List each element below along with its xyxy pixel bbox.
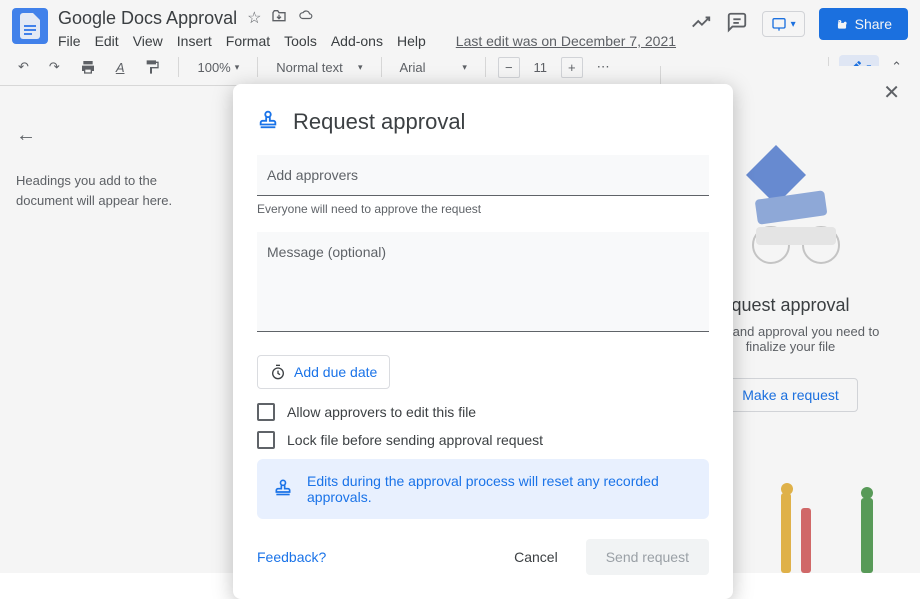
- send-request-button[interactable]: Send request: [586, 539, 709, 575]
- stopwatch-icon: [270, 364, 286, 380]
- stamp-icon: [273, 477, 293, 502]
- request-approval-dialog: Request approval Everyone will need to a…: [233, 84, 733, 599]
- checkbox-icon: [257, 431, 275, 449]
- dialog-title: Request approval: [293, 109, 465, 135]
- cancel-button[interactable]: Cancel: [502, 541, 570, 573]
- stamp-icon: [257, 108, 279, 135]
- checkbox-icon: [257, 403, 275, 421]
- message-input[interactable]: [257, 232, 709, 332]
- info-text: Edits during the approval process will r…: [307, 473, 693, 505]
- allow-edit-checkbox[interactable]: Allow approvers to edit this file: [257, 403, 709, 421]
- approvers-input[interactable]: [257, 155, 709, 196]
- lock-file-checkbox[interactable]: Lock file before sending approval reques…: [257, 431, 709, 449]
- info-banner: Edits during the approval process will r…: [257, 459, 709, 519]
- feedback-link[interactable]: Feedback?: [257, 549, 326, 565]
- add-due-date-button[interactable]: Add due date: [257, 355, 390, 389]
- approvers-helper: Everyone will need to approve the reques…: [257, 202, 709, 216]
